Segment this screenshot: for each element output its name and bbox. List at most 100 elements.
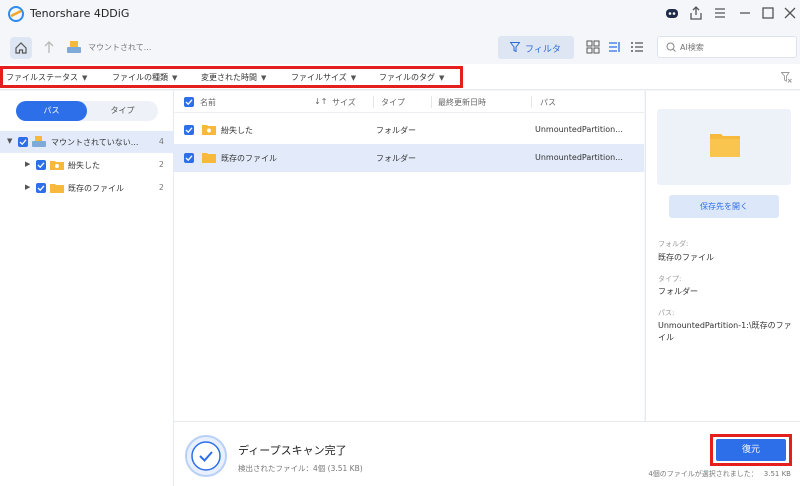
funnel-icon	[510, 42, 520, 52]
home-button[interactable]	[10, 37, 32, 59]
folder-icon	[710, 134, 740, 157]
minimize-icon[interactable]	[737, 5, 753, 21]
recover-button[interactable]: 復元	[716, 439, 786, 461]
file-list: 名前 ↓↑ サイズ タイプ 最終更新日時 パス 紛失した フォルダー Unmou…	[174, 91, 644, 421]
filter-row: ファイルステータス ▼ ファイルの種類 ▼ 変更された時間 ▼ ファイルサイズ ▼ ファ…	[0, 64, 800, 90]
title-bar: Tenorshare 4DDiG	[0, 0, 800, 28]
row-checkbox[interactable]	[184, 125, 194, 135]
close-icon[interactable]	[782, 5, 798, 21]
navigation-bar: マウントされて... フィルタ	[0, 32, 800, 62]
chevron-down-icon: ▼	[82, 74, 88, 82]
home-icon	[15, 42, 27, 54]
select-all-checkbox[interactable]	[184, 97, 194, 107]
chevron-down-icon: ▼	[439, 74, 445, 82]
selected-summary: 4個のファイルが選択されました： 3.51 KB	[642, 469, 791, 479]
preview-thumbnail	[657, 109, 791, 185]
column-divider	[431, 96, 432, 108]
row-type: フォルダー	[376, 154, 416, 163]
sort-icon[interactable]: ↓↑	[314, 97, 327, 106]
tree-item-count: 2	[158, 183, 164, 192]
detail-view-icon[interactable]	[630, 40, 644, 54]
column-name[interactable]: 名前	[200, 97, 216, 108]
tree-item-existing[interactable]: ▶ 既存のファイル 2	[0, 177, 174, 199]
filter-button[interactable]: フィルタ	[498, 36, 574, 59]
tree-item-count: 2	[158, 160, 164, 169]
type-label: タイプ:	[658, 275, 682, 283]
filter-file-tag[interactable]: ファイルのタグ ▼	[379, 72, 444, 83]
scan-complete-icon	[185, 435, 227, 477]
filter-file-status[interactable]: ファイルステータス ▼	[6, 72, 87, 83]
lost-folder-icon	[50, 161, 64, 170]
detected-files-text: 検出されたファイル：4個 (3.51 KB)	[238, 464, 363, 473]
expand-right-icon[interactable]: ▶	[25, 160, 30, 168]
table-row[interactable]: 既存のファイル フォルダー UnmountedPartition...	[174, 144, 644, 172]
sidebar: パス タイプ ▼ マウントされていない... 4 ▶ 紛失した 2 ▶ 既存のフ…	[0, 91, 174, 486]
tree-item-label: 紛失した	[68, 161, 100, 170]
path-value: UnmountedPartition-1:\既存のファイル	[658, 321, 792, 342]
assistant-icon[interactable]	[664, 5, 680, 21]
list-header: 名前 ↓↑ サイズ タイプ 最終更新日時 パス	[174, 91, 644, 113]
column-divider	[373, 96, 374, 108]
open-location-button[interactable]: 保存先を開く	[669, 195, 779, 218]
row-name: 既存のファイル	[221, 154, 277, 163]
list-view-icon[interactable]	[608, 40, 622, 54]
breadcrumb[interactable]: マウントされて...	[88, 42, 151, 53]
expand-right-icon[interactable]: ▶	[25, 183, 30, 191]
preview-panel: 保存先を開く フォルダ: 既存のファイル タイプ: フォルダー パス: Unmo…	[645, 91, 800, 421]
folder-value: 既存のファイル	[658, 253, 714, 262]
chevron-down-icon: ▼	[350, 74, 357, 82]
chevron-down-icon: ▼	[261, 74, 267, 82]
checkbox[interactable]	[36, 160, 46, 170]
tree-item-lost[interactable]: ▶ 紛失した 2	[0, 154, 174, 176]
chevron-down-icon: ▼	[172, 74, 178, 82]
row-path: UnmountedPartition...	[535, 125, 623, 134]
drive-icon	[67, 41, 81, 53]
expand-down-icon[interactable]: ▼	[7, 137, 12, 145]
folder-label: フォルダ:	[658, 240, 689, 248]
column-type[interactable]: タイプ	[381, 97, 405, 108]
tab-path[interactable]: パス	[16, 101, 87, 121]
folder-icon	[202, 153, 216, 163]
tree-item-unmounted[interactable]: ▼ マウントされていない... 4	[0, 131, 174, 153]
row-name: 紛失した	[221, 126, 253, 135]
selected-size: 3.51 KB	[763, 470, 791, 478]
tree-item-label: マウントされていない...	[51, 138, 139, 147]
menu-icon[interactable]	[712, 5, 728, 21]
table-row[interactable]: 紛失した フォルダー UnmountedPartition...	[174, 116, 644, 144]
filter-modified-time[interactable]: 変更された時間 ▼	[201, 72, 266, 83]
checkbox[interactable]	[18, 137, 28, 147]
search-input[interactable]	[680, 40, 790, 54]
search-box[interactable]	[657, 36, 797, 58]
column-divider	[531, 96, 532, 108]
drive-icon	[32, 136, 46, 147]
filter-file-size[interactable]: ファイルサイズ ▼	[291, 72, 356, 83]
filter-file-type[interactable]: ファイルの種類 ▼	[112, 72, 177, 83]
arrow-up-icon[interactable]	[40, 38, 58, 56]
clear-filter-icon[interactable]	[781, 72, 792, 83]
column-modified[interactable]: 最終更新日時	[438, 97, 486, 108]
tree-item-count: 4	[158, 137, 164, 146]
column-size[interactable]: サイズ	[332, 97, 356, 108]
status-bar: ディープスキャン完了 検出されたファイル：4個 (3.51 KB) 復元 4個の…	[174, 421, 800, 486]
view-toggle: パス タイプ	[16, 101, 158, 121]
path-label: パス:	[658, 309, 675, 317]
tree-item-label: 既存のファイル	[68, 184, 124, 193]
app-logo-icon	[8, 6, 24, 22]
filter-button-label: フィルタ	[525, 45, 561, 55]
app-title: Tenorshare 4DDiG	[30, 7, 130, 20]
maximize-icon[interactable]	[760, 5, 776, 21]
grid-view-icon[interactable]	[586, 40, 600, 54]
row-type: フォルダー	[376, 126, 416, 135]
row-checkbox[interactable]	[184, 153, 194, 163]
ai-search-icon	[666, 42, 676, 52]
selected-text: 4個のファイルが選択されました：	[648, 470, 758, 478]
column-path[interactable]: パス	[540, 97, 556, 108]
scan-status-title: ディープスキャン完了	[238, 444, 347, 457]
share-icon[interactable]	[688, 5, 704, 21]
row-path: UnmountedPartition...	[535, 153, 623, 162]
lost-folder-icon	[202, 125, 216, 135]
type-value: フォルダー	[658, 287, 698, 296]
tab-type[interactable]: タイプ	[87, 101, 158, 121]
folder-icon	[50, 184, 64, 193]
checkbox[interactable]	[36, 183, 46, 193]
